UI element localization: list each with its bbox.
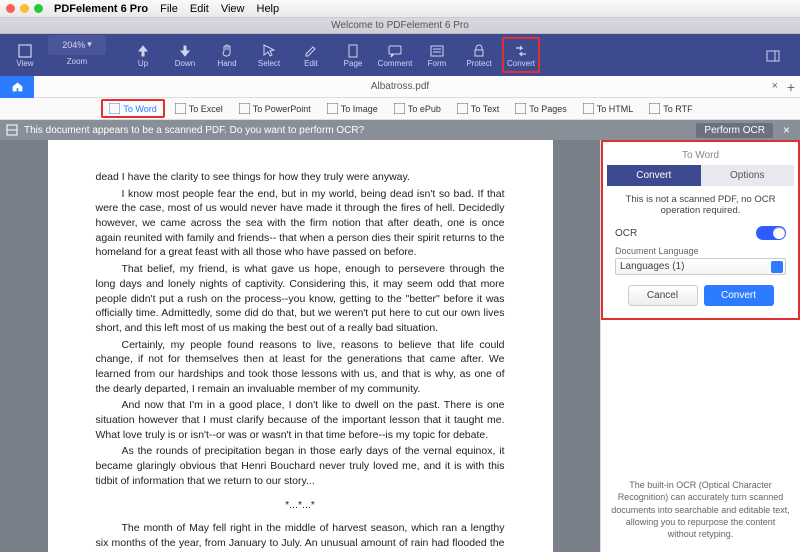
hand-tool[interactable]: Hand	[208, 37, 246, 73]
doc-text: The month of May fell right in the middl…	[96, 521, 505, 552]
to-image[interactable]: To Image	[321, 101, 384, 116]
convert-sidebar: To Word Convert Options This is not a sc…	[600, 140, 800, 552]
doc-text: Certainly, my people found reasons to li…	[96, 338, 505, 397]
document-tabs: Albatross.pdf × +	[0, 76, 800, 98]
to-rtf[interactable]: To RTF	[643, 101, 698, 116]
main-area: dead I have the clarity to see things fo…	[0, 140, 800, 552]
to-word[interactable]: To Word	[101, 99, 164, 118]
maximize-window[interactable]	[34, 4, 43, 13]
scan-icon	[6, 124, 18, 136]
up-tool[interactable]: Up	[124, 37, 162, 73]
perform-ocr-button[interactable]: Perform OCR	[696, 123, 773, 138]
doc-text: dead I have the clarity to see things fo…	[96, 170, 505, 185]
document-tab[interactable]: Albatross.pdf	[371, 81, 429, 92]
zoom-label: Zoom	[67, 57, 87, 66]
window-controls	[6, 4, 43, 13]
protect-tool[interactable]: Protect	[460, 37, 498, 73]
down-tool[interactable]: Down	[166, 37, 204, 73]
ocr-status-message: This is not a scanned PDF, no OCR operat…	[615, 194, 786, 216]
edit-tool[interactable]: Edit	[292, 37, 330, 73]
doc-text: And now that I'm in a good place, I don'…	[96, 398, 505, 442]
close-banner-icon[interactable]: ×	[779, 123, 794, 137]
tab-convert[interactable]: Convert	[607, 165, 701, 186]
app-menu-name[interactable]: PDFelement 6 Pro	[54, 3, 148, 15]
close-window[interactable]	[6, 4, 15, 13]
language-label: Document Language	[615, 246, 786, 256]
main-toolbar: View 204%▾ Zoom Up Down Hand Select Edit…	[0, 34, 800, 76]
form-tool[interactable]: Form	[418, 37, 456, 73]
sidebar-body: This is not a scanned PDF, no OCR operat…	[607, 186, 794, 314]
sidebar-panel: To Word Convert Options This is not a sc…	[601, 140, 800, 320]
menu-view[interactable]: View	[221, 3, 245, 15]
new-tab-icon[interactable]: +	[787, 79, 795, 95]
comment-tool[interactable]: Comment	[376, 37, 414, 73]
sidebar-tabs: Convert Options	[607, 165, 794, 186]
mac-menu-bar: PDFelement 6 Pro File Edit View Help	[0, 0, 800, 18]
panel-toggle[interactable]	[754, 38, 792, 74]
zoom-control[interactable]: 204%▾	[48, 35, 106, 55]
window-title-text: Welcome to PDFelement 6 Pro	[331, 20, 469, 31]
close-tab-icon[interactable]: ×	[772, 80, 778, 92]
ocr-message: This document appears to be a scanned PD…	[24, 125, 364, 136]
convert-tool[interactable]: Convert	[502, 37, 540, 73]
menu-file[interactable]: File	[160, 3, 178, 15]
to-powerpoint[interactable]: To PowerPoint	[233, 101, 317, 116]
pdf-page: dead I have the clarity to see things fo…	[48, 140, 553, 552]
select-tool[interactable]: Select	[250, 37, 288, 73]
sidebar-footer-text: The built-in OCR (Optical Character Reco…	[601, 467, 800, 552]
home-tab[interactable]	[0, 76, 34, 98]
menu-edit[interactable]: Edit	[190, 3, 209, 15]
format-bar: To Word To Excel To PowerPoint To Image …	[0, 98, 800, 120]
ocr-banner: This document appears to be a scanned PD…	[0, 120, 800, 140]
page-tool[interactable]: Page	[334, 37, 372, 73]
to-epub[interactable]: To ePub	[388, 101, 447, 116]
ocr-toggle-label: OCR	[615, 228, 637, 239]
to-html[interactable]: To HTML	[577, 101, 640, 116]
view-tool[interactable]: View	[6, 37, 44, 73]
convert-button[interactable]: Convert	[704, 285, 774, 306]
tab-options[interactable]: Options	[701, 165, 795, 186]
doc-text: That belief, my friend, is what gave us …	[96, 262, 505, 335]
language-select[interactable]: Languages (1)	[615, 258, 786, 275]
minimize-window[interactable]	[20, 4, 29, 13]
to-text[interactable]: To Text	[451, 101, 505, 116]
section-break: *...*...*	[96, 498, 505, 513]
window-title: Welcome to PDFelement 6 Pro	[0, 18, 800, 34]
cancel-button[interactable]: Cancel	[628, 285, 698, 306]
app-menu: PDFelement 6 Pro File Edit View Help	[54, 3, 279, 15]
document-viewport[interactable]: dead I have the clarity to see things fo…	[0, 140, 600, 552]
sidebar-title: To Word	[607, 146, 794, 165]
to-excel[interactable]: To Excel	[169, 101, 229, 116]
menu-help[interactable]: Help	[257, 3, 280, 15]
doc-text: I know most people fear the end, but in …	[96, 187, 505, 260]
ocr-toggle[interactable]	[756, 226, 786, 240]
doc-text: As the rounds of precipitation began in …	[96, 444, 505, 488]
to-pages[interactable]: To Pages	[509, 101, 573, 116]
